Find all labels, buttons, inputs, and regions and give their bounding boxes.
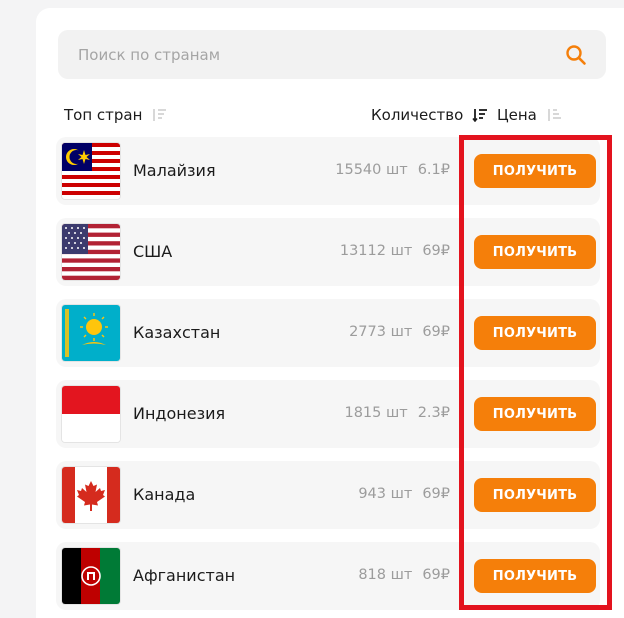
- price-value: 2.3₽: [417, 405, 450, 421]
- price-value: 6.1₽: [417, 162, 450, 178]
- sort-inactive-icon: [151, 108, 167, 126]
- country-row-malaysia: Малайзия 15540 шт 6.1₽ ПОЛУЧИТЬ: [56, 137, 600, 205]
- quantity-value: 13112 шт 69₽: [339, 243, 450, 259]
- search-input[interactable]: [58, 30, 548, 79]
- get-button[interactable]: ПОЛУЧИТЬ: [474, 559, 596, 593]
- afghanistan-flag: [62, 548, 120, 604]
- get-button[interactable]: ПОЛУЧИТЬ: [474, 235, 596, 269]
- quantity-label: Количество: [371, 106, 464, 124]
- country-name: США: [133, 242, 173, 261]
- quantity-value: 2773 шт 69₽: [349, 324, 450, 340]
- indonesia-flag: [62, 386, 120, 442]
- country-name: Казахстан: [133, 323, 221, 342]
- price-value: 69₽: [422, 567, 450, 583]
- country-row-usa: США 13112 шт 69₽ ПОЛУЧИТЬ: [56, 218, 600, 286]
- search-bar: [58, 30, 606, 79]
- quantity-value: 818 шт 69₽: [358, 567, 450, 583]
- sort-by-quantity-header[interactable]: Количество: [371, 106, 488, 126]
- price-value: 69₽: [422, 243, 450, 259]
- country-row-canada: Канада 943 шт 69₽ ПОЛУЧИТЬ: [56, 461, 600, 529]
- sort-by-price-header[interactable]: Цена: [497, 106, 562, 126]
- quantity-value: 1815 шт 2.3₽: [344, 405, 450, 421]
- country-name: Канада: [133, 485, 196, 504]
- country-row-kazakhstan: Казахстан 2773 шт 69₽ ПОЛУЧИТЬ: [56, 299, 600, 367]
- price-value: 69₽: [422, 324, 450, 340]
- top-countries-label: Топ стран: [64, 106, 143, 124]
- quantity-value: 943 шт 69₽: [358, 486, 450, 502]
- sort-inactive-icon: [546, 108, 562, 126]
- country-name: Индонезия: [133, 404, 226, 423]
- get-button[interactable]: ПОЛУЧИТЬ: [474, 397, 596, 431]
- price-label: Цена: [497, 106, 537, 124]
- get-button[interactable]: ПОЛУЧИТЬ: [474, 154, 596, 188]
- get-button[interactable]: ПОЛУЧИТЬ: [474, 316, 596, 350]
- country-row-afghanistan: Афганистан 818 шт 69₽ ПОЛУЧИТЬ: [56, 542, 600, 610]
- price-value: 69₽: [422, 486, 450, 502]
- country-name: Малайзия: [133, 161, 216, 180]
- usa-flag: [62, 224, 120, 280]
- sort-by-top-header[interactable]: Топ стран: [64, 106, 167, 126]
- sort-descending-icon: [472, 108, 488, 126]
- country-row-indonesia: Индонезия 1815 шт 2.3₽ ПОЛУЧИТЬ: [56, 380, 600, 448]
- get-button[interactable]: ПОЛУЧИТЬ: [474, 478, 596, 512]
- search-icon[interactable]: [564, 43, 588, 67]
- quantity-value: 15540 шт 6.1₽: [335, 162, 450, 178]
- country-name: Афганистан: [133, 566, 236, 585]
- kazakhstan-flag: [62, 305, 120, 361]
- canada-flag: [62, 467, 120, 523]
- malaysia-flag: [62, 143, 120, 199]
